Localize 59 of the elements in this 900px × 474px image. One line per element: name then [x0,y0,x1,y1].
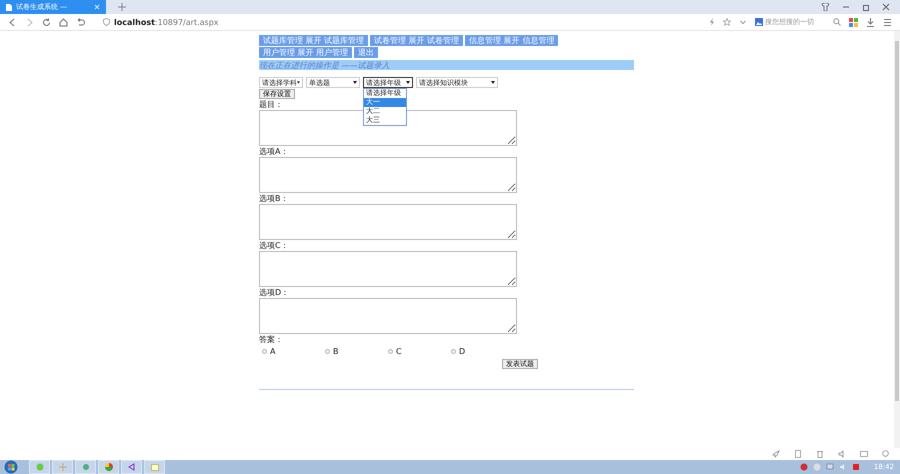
window-icon[interactable] [860,450,868,458]
taskbar-app-icon[interactable] [98,460,119,474]
caret-icon [406,81,410,84]
back-icon[interactable] [8,18,17,26]
radio-button[interactable] [451,349,456,354]
answer-label: 答案： [259,335,283,345]
radio-button[interactable] [388,349,393,354]
flag-icon[interactable] [852,463,860,471]
text-area[interactable] [259,204,517,240]
zoom-icon[interactable] [882,450,890,458]
start-button[interactable] [3,460,19,474]
caret-icon [353,81,357,84]
network-icon[interactable] [826,463,834,471]
page-icon [6,4,12,10]
status-text: 现在正在进行的操作是 ——试题录入 [259,60,390,70]
taskbar-app-icon[interactable] [121,460,142,474]
shield-icon [103,18,110,26]
scrollbar[interactable] [894,31,900,448]
radio-label: A [270,347,276,356]
menu-icon[interactable] [883,18,892,26]
field-label: 选项D： [259,288,290,298]
address-field[interactable]: localhost:10897/art.aspx [103,18,218,26]
field-label: 选项A： [259,147,288,157]
text-area[interactable] [259,157,517,193]
lightning-icon[interactable] [709,18,715,26]
document-icon[interactable] [794,450,802,458]
scroll-thumb[interactable] [895,41,899,401]
chevron-down-icon[interactable] [739,18,747,26]
download-icon[interactable] [866,18,875,26]
close-icon[interactable] [882,3,890,11]
radio-button[interactable] [262,349,267,354]
speaker-icon[interactable] [838,450,846,458]
text-area[interactable] [259,298,517,334]
rocket-icon[interactable] [772,450,780,458]
radio-label: D [459,347,466,356]
text-area[interactable] [259,251,517,287]
apps-icon[interactable] [849,18,858,26]
radio-button[interactable] [325,349,330,354]
taskbar-app-icon[interactable] [75,460,96,474]
forward-icon[interactable] [25,18,34,26]
shirt-icon[interactable] [821,3,830,11]
restore-icon[interactable] [862,3,870,11]
search-icon[interactable] [833,18,841,26]
reload-icon[interactable] [42,18,51,26]
caret-icon [297,81,300,84]
volume-icon[interactable] [838,463,847,471]
undo-icon[interactable] [76,18,85,26]
home-icon[interactable] [59,18,68,26]
trash-icon[interactable] [816,450,824,458]
field-label: 选项C： [259,241,289,251]
caret-icon [491,81,495,84]
field-label: 选项B： [259,194,288,204]
field-label: 题目： [259,100,283,110]
picture-icon [755,18,763,26]
star-icon[interactable] [723,18,731,26]
new-tab-icon[interactable] [118,3,126,11]
radio-label: B [333,347,338,356]
radio-label: C [396,347,402,356]
taskbar-app-icon[interactable] [144,460,165,474]
